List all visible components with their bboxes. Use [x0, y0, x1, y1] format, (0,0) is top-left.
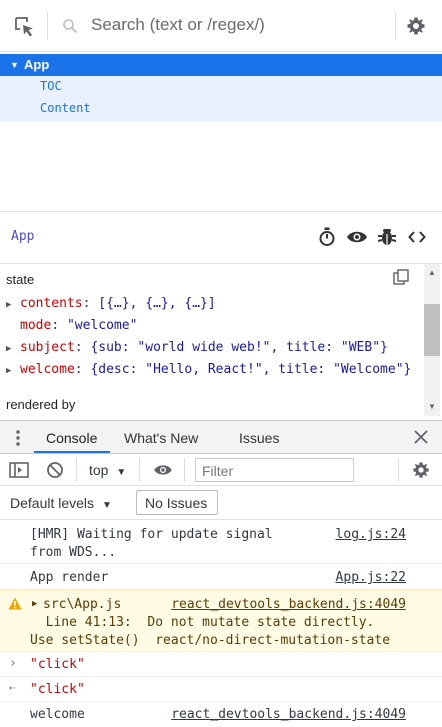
warning-icon	[8, 597, 22, 614]
input-prompt-icon: ›	[9, 656, 17, 671]
source-link[interactable]: log.js:24	[336, 527, 406, 542]
code-icon[interactable]	[408, 229, 426, 248]
tab-issues[interactable]: Issues	[239, 430, 279, 446]
chevron-down-icon: ▼	[116, 467, 127, 478]
console-levels-bar: Default levels ▼ No Issues	[0, 486, 442, 520]
no-issues-button[interactable]: No Issues	[136, 490, 218, 515]
expand-arrow-icon[interactable]: ▶	[6, 344, 20, 354]
state-panel: state ▶ contents: [{…}, {…}, {…}] mode: "…	[0, 264, 442, 419]
state-prop-row[interactable]: ▶ subject: {sub: "world wide web!", title…	[6, 340, 388, 355]
copy-icon[interactable]	[393, 269, 409, 288]
console-toolbar: top ▼ Filter	[0, 454, 442, 486]
default-levels-dropdown[interactable]: Default levels ▼	[10, 495, 112, 511]
tree-item-toc[interactable]: TOC	[0, 76, 442, 98]
console-warning-message: ▶ src\App.js react_devtools_backend.js:4…	[0, 590, 442, 652]
source-link[interactable]: react_devtools_backend.js:4049	[171, 707, 406, 722]
expand-arrow-icon[interactable]: ▶	[32, 599, 37, 609]
more-vert-icon[interactable]	[15, 430, 21, 449]
eye-icon[interactable]	[346, 229, 368, 248]
context-selector[interactable]: top ▼	[89, 462, 126, 478]
state-prop-row[interactable]: ▶ contents: [{…}, {…}, {…}]	[6, 296, 216, 311]
source-link[interactable]: App.js:22	[336, 570, 406, 585]
show-sidebar-icon[interactable]	[9, 462, 29, 481]
clear-console-icon[interactable]	[46, 461, 64, 482]
search-icon	[62, 18, 78, 37]
active-tab-indicator	[34, 451, 110, 453]
bug-icon[interactable]	[377, 227, 397, 250]
tree-item-label: TOC	[40, 79, 62, 93]
component-tree: ▼ App TOC Content	[0, 54, 442, 212]
tab-whats-new[interactable]: What's New	[124, 430, 198, 446]
tree-item-label: Content	[40, 101, 91, 115]
source-link[interactable]: react_devtools_backend.js:4049	[171, 597, 406, 612]
inspected-element-header: App	[0, 212, 442, 264]
live-expression-eye-icon[interactable]	[153, 463, 173, 480]
result-arrow-icon: ⇠	[9, 681, 16, 694]
filter-input[interactable]: Filter	[195, 458, 354, 482]
tab-console[interactable]: Console	[46, 430, 97, 446]
state-prop-row[interactable]: ▶ welcome: {desc: "Hello, React!", title:…	[6, 362, 411, 377]
inspected-component-name: App	[11, 229, 35, 244]
settings-gear-icon[interactable]	[406, 16, 426, 39]
rendered-by-label: rendered by	[6, 397, 76, 412]
chevron-down-icon: ▼	[101, 500, 112, 511]
tree-item-label: App	[24, 57, 50, 72]
console-settings-gear-icon[interactable]	[412, 461, 430, 482]
console-input-message: › "click"	[0, 652, 442, 677]
context-label: top	[89, 462, 109, 478]
expand-arrow-icon[interactable]: ▶	[6, 366, 20, 376]
state-prop-row[interactable]: mode: "welcome"	[6, 318, 137, 333]
expand-arrow-icon[interactable]: ▶	[6, 300, 20, 310]
state-section-label: state	[6, 272, 35, 287]
state-scrollbar[interactable]: ▲ ▼	[424, 264, 440, 416]
select-element-icon[interactable]	[14, 16, 36, 38]
expand-triangle-icon[interactable]: ▼	[10, 60, 19, 70]
tree-item-content[interactable]: Content	[0, 98, 442, 122]
console-message: welcome react_devtools_backend.js:4049	[30, 707, 406, 722]
tree-search-input[interactable]: Search (text or /regex/)	[91, 15, 265, 35]
scrollbar-thumb[interactable]	[424, 304, 440, 356]
console-message: [HMR] Waiting for update signal from WDS…	[0, 520, 442, 564]
console-result-message: ⇠ "click"	[0, 677, 442, 702]
drawer-tab-bar: Console What's New Issues	[0, 420, 442, 454]
tree-item-app[interactable]: ▼ App	[0, 54, 442, 76]
console-message: App render App.js:22	[0, 564, 442, 590]
tree-toolbar: Search (text or /regex/)	[0, 0, 442, 52]
stopwatch-icon[interactable]	[318, 227, 336, 250]
default-levels-label: Default levels	[10, 495, 95, 511]
close-drawer-icon[interactable]	[414, 430, 428, 447]
